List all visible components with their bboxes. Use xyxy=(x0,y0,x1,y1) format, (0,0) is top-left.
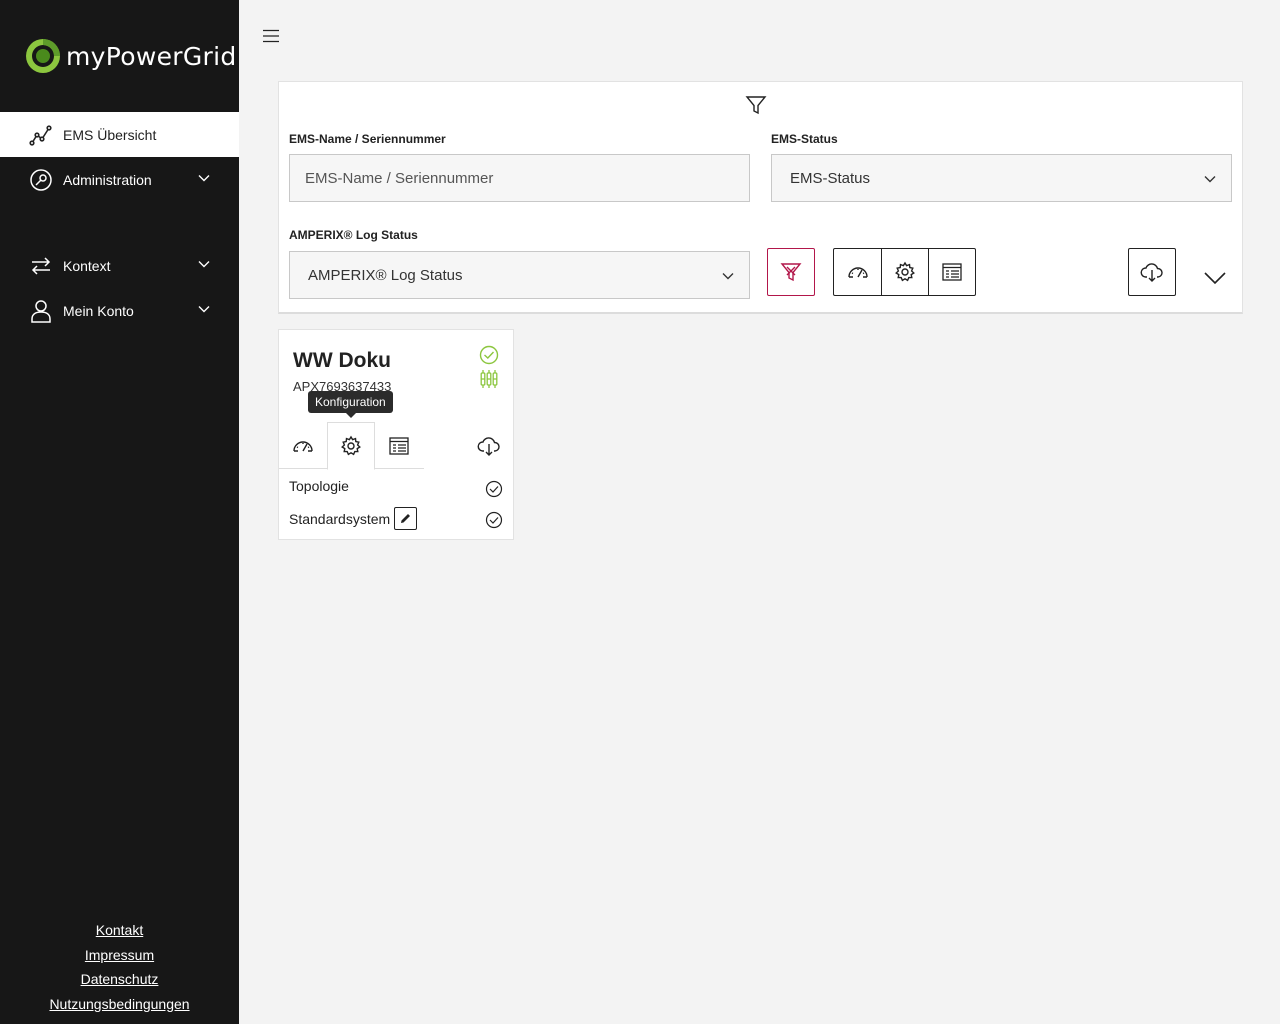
cloud-download-icon xyxy=(1140,263,1163,282)
tab-list[interactable] xyxy=(375,422,423,469)
chevron-down-icon xyxy=(198,261,210,268)
check-circle-icon xyxy=(485,511,503,529)
cloud-download-icon[interactable] xyxy=(477,434,501,458)
log-status-select[interactable]: AMPERIX® Log Status xyxy=(289,251,750,299)
tab-configuration[interactable] xyxy=(327,422,375,470)
ems-name-placeholder: EMS-Name / Seriennummer xyxy=(305,169,494,187)
footer-link-kontakt[interactable]: Kontakt xyxy=(0,918,239,943)
sidebar-item-label: Kontext xyxy=(63,257,111,274)
filter-icon[interactable] xyxy=(745,94,767,116)
chart-line-icon xyxy=(28,122,54,148)
footer-links: Kontakt Impressum Datenschutz Nutzungsbe… xyxy=(0,918,239,1016)
battery-modules-icon xyxy=(480,370,498,388)
logo[interactable]: myPowerGrid xyxy=(24,36,237,76)
log-status-label: AMPERIX® Log Status xyxy=(289,228,418,242)
ems-card[interactable]: WW Doku APX7693637433 Konfiguration Topo… xyxy=(278,329,514,540)
expand-chevron-icon[interactable] xyxy=(1203,266,1227,290)
row-label: Standardsystem xyxy=(289,510,391,527)
sidebar-item-mein-konto[interactable]: Mein Konto xyxy=(0,288,239,333)
brand-name: myPowerGrid xyxy=(66,41,237,71)
chevron-down-icon xyxy=(1204,176,1216,183)
sidebar-nav: EMS Übersicht Administration Kontext Mei… xyxy=(0,112,239,333)
card-row-standardsystem: Standardsystem xyxy=(289,507,418,530)
edit-button[interactable] xyxy=(394,507,418,530)
chevron-down-icon xyxy=(722,273,734,280)
hamburger-menu-icon[interactable] xyxy=(262,27,280,45)
gear-icon xyxy=(895,261,915,282)
table-list-icon xyxy=(389,436,409,455)
download-button[interactable] xyxy=(1128,248,1176,296)
sidebar-item-label: EMS Übersicht xyxy=(63,126,157,143)
card-row-topologie: Topologie xyxy=(289,478,349,494)
row-label: Topologie xyxy=(289,478,349,494)
user-icon xyxy=(28,298,54,324)
footer-link-datenschutz[interactable]: Datenschutz xyxy=(0,967,239,992)
tab-dashboard[interactable] xyxy=(279,422,327,469)
filter-panel: EMS-Name / Seriennummer EMS-Name / Serie… xyxy=(278,81,1243,314)
admin-gear-icon xyxy=(28,167,54,193)
sidebar-item-label: Mein Konto xyxy=(63,302,134,319)
gear-icon xyxy=(341,435,361,456)
chevron-down-icon xyxy=(198,306,210,313)
sidebar: myPowerGrid EMS Übersicht Administration xyxy=(0,0,239,1024)
tooltip-configuration: Konfiguration xyxy=(308,391,393,418)
ems-name-input[interactable]: EMS-Name / Seriennummer xyxy=(289,154,750,202)
dashboard-view-button[interactable] xyxy=(834,249,881,295)
log-status-value: AMPERIX® Log Status xyxy=(308,266,463,284)
list-view-button[interactable] xyxy=(928,249,975,295)
footer-link-impressum[interactable]: Impressum xyxy=(0,943,239,968)
configuration-view-button[interactable] xyxy=(881,249,928,295)
table-list-icon xyxy=(942,263,962,281)
speedometer-icon xyxy=(847,267,868,278)
sidebar-item-kontext[interactable]: Kontext xyxy=(0,243,239,288)
clear-filter-button[interactable] xyxy=(767,248,815,296)
card-tabs xyxy=(279,422,424,470)
ems-status-select[interactable]: EMS-Status xyxy=(771,154,1232,202)
ems-status-label: EMS-Status xyxy=(771,132,838,146)
speedometer-icon xyxy=(293,440,313,452)
sidebar-item-label: Administration xyxy=(63,171,152,188)
chevron-down-icon xyxy=(198,175,210,182)
logo-mark-icon xyxy=(26,39,60,73)
swap-arrows-icon xyxy=(28,253,54,279)
footer-link-nutzungsbedingungen[interactable]: Nutzungsbedingungen xyxy=(0,992,239,1017)
check-circle-icon xyxy=(485,480,503,498)
ems-status-value: EMS-Status xyxy=(790,169,871,187)
pencil-icon xyxy=(401,514,411,523)
view-toggle-group xyxy=(833,248,976,296)
sidebar-item-ems-uebersicht[interactable]: EMS Übersicht xyxy=(0,112,239,157)
card-title: WW Doku xyxy=(293,349,391,372)
sidebar-item-administration[interactable]: Administration xyxy=(0,157,239,202)
status-ok-icon xyxy=(479,345,499,365)
ems-name-label: EMS-Name / Seriennummer xyxy=(289,132,446,146)
filter-clear-icon xyxy=(780,263,802,282)
